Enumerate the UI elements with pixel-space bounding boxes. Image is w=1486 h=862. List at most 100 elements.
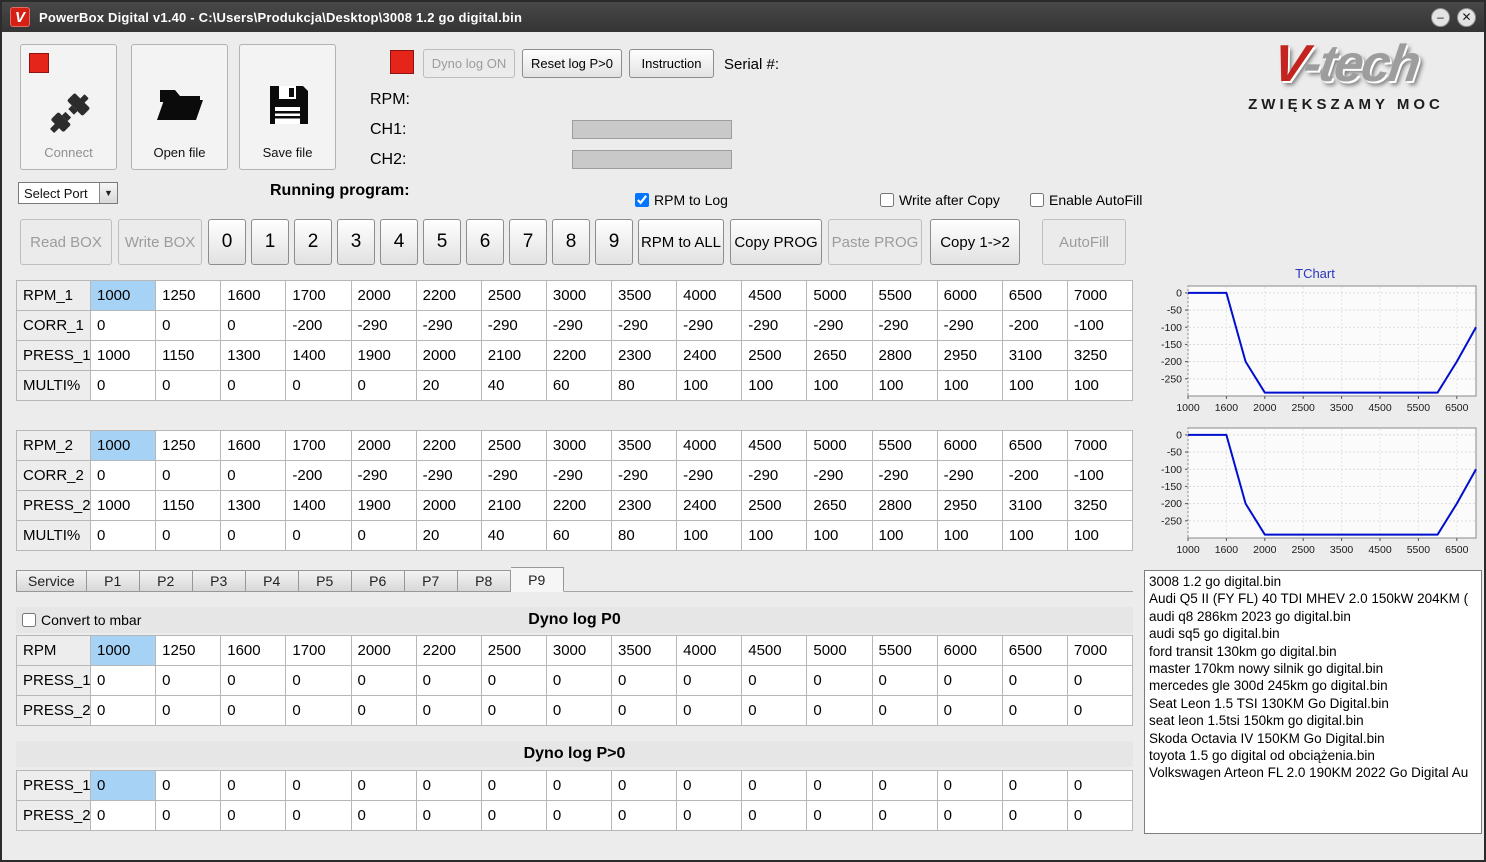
table-cell[interactable]: 0 — [220, 770, 287, 801]
table-cell[interactable]: 100 — [1066, 370, 1134, 401]
table-cell[interactable]: 0 — [480, 800, 547, 831]
table-cell[interactable]: 4000 — [676, 430, 743, 461]
table-cell[interactable]: 6000 — [936, 635, 1003, 666]
digit-button-5[interactable]: 5 — [423, 219, 461, 265]
table-cell[interactable]: 0 — [741, 770, 808, 801]
table-cell[interactable]: 100 — [1001, 520, 1068, 551]
tab-p1[interactable]: P1 — [86, 570, 140, 592]
table-cell[interactable]: 20 — [415, 520, 482, 551]
table-cell[interactable]: 0 — [89, 310, 157, 341]
table-cell[interactable]: 80 — [610, 520, 678, 551]
table-cell[interactable]: 0 — [220, 695, 287, 726]
table-cell[interactable]: 3000 — [545, 280, 613, 311]
table-cell[interactable]: 7000 — [1066, 430, 1134, 461]
digit-button-3[interactable]: 3 — [337, 219, 375, 265]
connect-button[interactable]: Connect — [20, 44, 117, 170]
table-cell[interactable]: 0 — [155, 665, 222, 696]
digit-button-7[interactable]: 7 — [509, 219, 547, 265]
table-cell[interactable]: 2300 — [610, 340, 678, 371]
table-cell[interactable]: 2200 — [545, 490, 613, 521]
table-cell[interactable]: 3500 — [610, 430, 678, 461]
digit-button-2[interactable]: 2 — [294, 219, 332, 265]
table-cell[interactable]: 6500 — [1001, 635, 1068, 666]
file-list-item[interactable]: audi sq5 go digital.bin — [1149, 625, 1477, 642]
table-cell[interactable]: -290 — [545, 310, 613, 341]
table-cell[interactable]: 0 — [676, 665, 743, 696]
tab-p5[interactable]: P5 — [298, 570, 352, 592]
file-list-item[interactable]: 3008 1.2 go digital.bin — [1149, 573, 1477, 590]
table-cell[interactable]: 100 — [676, 520, 743, 551]
table-cell[interactable]: 100 — [871, 370, 938, 401]
rpm-to-log-checkbox[interactable]: RPM to Log — [635, 192, 728, 208]
table-cell[interactable]: 100 — [1001, 370, 1068, 401]
table-cell[interactable]: 100 — [936, 520, 1003, 551]
table-cell[interactable]: -290 — [350, 460, 417, 491]
table-cell[interactable]: -290 — [610, 460, 678, 491]
digit-button-6[interactable]: 6 — [466, 219, 504, 265]
table-cell[interactable]: 0 — [1066, 800, 1134, 831]
table-cell[interactable]: -290 — [350, 310, 417, 341]
table-cell[interactable]: 0 — [415, 770, 482, 801]
table-cell[interactable]: -290 — [741, 310, 808, 341]
table-cell[interactable]: 0 — [285, 770, 352, 801]
write-after-copy-checkbox[interactable]: Write after Copy — [880, 192, 1000, 208]
table-cell[interactable]: -100 — [1066, 310, 1134, 341]
tab-p6[interactable]: P6 — [351, 570, 405, 592]
file-list-item[interactable]: master 170km nowy silnik go digital.bin — [1149, 660, 1477, 677]
table-cell[interactable]: -290 — [480, 460, 547, 491]
chevron-down-icon[interactable]: ▼ — [99, 183, 117, 203]
table-cell[interactable]: 0 — [155, 370, 222, 401]
open-file-button[interactable]: Open file — [131, 44, 228, 170]
table-cell[interactable]: 100 — [806, 520, 873, 551]
enable-autofill-checkbox[interactable]: Enable AutoFill — [1030, 192, 1142, 208]
table-cell[interactable]: 0 — [350, 800, 417, 831]
table-cell[interactable]: 2000 — [415, 490, 482, 521]
table-cell[interactable]: 0 — [1001, 800, 1068, 831]
table-cell[interactable]: 1300 — [220, 490, 287, 521]
table-cell[interactable]: 5500 — [871, 635, 938, 666]
table-cell[interactable]: 1700 — [285, 635, 352, 666]
tab-p8[interactable]: P8 — [457, 570, 511, 592]
select-port-dropdown[interactable]: Select Port ▼ — [18, 182, 118, 204]
table-cell[interactable]: 5500 — [871, 430, 938, 461]
table-cell[interactable]: -290 — [480, 310, 547, 341]
table-cell[interactable]: 0 — [350, 665, 417, 696]
table-cell[interactable]: 5500 — [871, 280, 938, 311]
table-cell[interactable]: 7000 — [1066, 280, 1134, 311]
table-cell[interactable]: -200 — [1001, 310, 1068, 341]
table-cell[interactable]: 2400 — [676, 340, 743, 371]
table-cell[interactable]: 2500 — [480, 430, 547, 461]
table-cell[interactable]: -290 — [806, 310, 873, 341]
table-cell[interactable]: -100 — [1066, 460, 1134, 491]
close-button[interactable]: ✕ — [1457, 7, 1476, 27]
table-cell[interactable]: 100 — [806, 370, 873, 401]
table-cell[interactable]: 2500 — [741, 340, 808, 371]
table-cell[interactable]: 2100 — [480, 340, 547, 371]
table-cell[interactable]: 0 — [610, 695, 678, 726]
table-cell[interactable]: 0 — [220, 460, 287, 491]
table-cell[interactable]: 0 — [1001, 695, 1068, 726]
file-list-item[interactable]: ford transit 130km go digital.bin — [1149, 643, 1477, 660]
table-cell[interactable]: 7000 — [1066, 635, 1134, 666]
table-cell[interactable]: 100 — [1066, 520, 1134, 551]
table-cell[interactable]: 3100 — [1001, 340, 1068, 371]
table-cell[interactable]: 0 — [545, 770, 613, 801]
table-cell[interactable]: 0 — [415, 665, 482, 696]
reset-log-button[interactable]: Reset log P>0 — [522, 49, 622, 78]
table-cell[interactable]: -200 — [1001, 460, 1068, 491]
rpm-to-log-input[interactable] — [635, 193, 649, 207]
table-cell[interactable]: -290 — [871, 460, 938, 491]
table-cell[interactable]: 0 — [220, 310, 287, 341]
table-cell[interactable]: 0 — [871, 800, 938, 831]
table-cell[interactable]: 0 — [89, 695, 157, 726]
table-cell[interactable]: 0 — [610, 800, 678, 831]
table-cell[interactable]: 0 — [610, 770, 678, 801]
tab-p2[interactable]: P2 — [139, 570, 193, 592]
table-cell[interactable]: -290 — [610, 310, 678, 341]
table-cell[interactable]: 0 — [545, 800, 613, 831]
file-list-item[interactable]: Skoda Octavia IV 150KM Go Digital.bin — [1149, 730, 1477, 747]
digit-button-1[interactable]: 1 — [251, 219, 289, 265]
dyno-log-on-button[interactable]: Dyno log ON — [423, 49, 515, 78]
convert-to-mbar-input[interactable] — [22, 613, 36, 627]
table-cell[interactable]: 0 — [676, 800, 743, 831]
